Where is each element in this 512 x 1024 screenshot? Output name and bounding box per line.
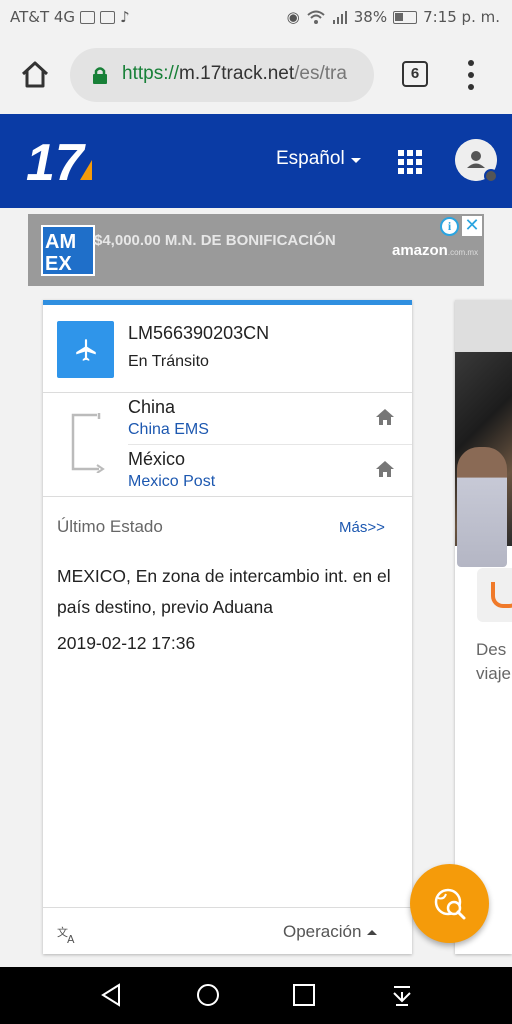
- origin-carrier[interactable]: China EMS: [128, 421, 209, 439]
- battery-percent: 38%: [353, 8, 388, 26]
- language-label: Español: [276, 148, 345, 169]
- apps-grid-icon[interactable]: [398, 150, 422, 174]
- ad-text: $4,000.00 M.N. DE BONIFICACIÓN: [94, 232, 336, 249]
- address-bar[interactable]: https://m.17track.net/es/tra: [70, 48, 374, 102]
- last-status-label: Último Estado: [57, 517, 163, 536]
- destination-country: México: [128, 449, 186, 469]
- carrier-label: AT&T 4G: [10, 8, 76, 26]
- battery-icon: [393, 10, 418, 24]
- url-text: https://m.17track.net/es/tra: [122, 63, 347, 84]
- next-card-preview[interactable]: Des viaje: [455, 300, 512, 954]
- signal-icon: [332, 11, 347, 24]
- svg-text:17: 17: [26, 136, 86, 184]
- avatar-status-dot: [484, 169, 498, 183]
- translate-icon[interactable]: 文 A: [57, 924, 79, 944]
- card-footer: 文 A Operación: [43, 907, 412, 959]
- operation-menu[interactable]: Operación: [283, 922, 378, 942]
- more-link[interactable]: Más>>: [339, 519, 385, 536]
- app-logo-icon: [477, 568, 512, 622]
- tracking-card: LM566390203CN En Tránsito China China EM…: [43, 300, 412, 954]
- amex-logo: AM EX: [41, 225, 95, 276]
- clock: 7:15 p. m.: [423, 8, 500, 26]
- eye-icon: ◉: [286, 8, 300, 26]
- lock-icon: [93, 67, 107, 84]
- ad-info-icon[interactable]: i: [440, 217, 459, 236]
- app-header: 17 Español: [0, 114, 512, 208]
- search-globe-button[interactable]: [410, 864, 489, 943]
- system-nav-bar: [0, 967, 512, 1024]
- airplane-icon: [57, 321, 114, 378]
- browser-toolbar: https://m.17track.net/es/tra 6: [0, 36, 512, 114]
- last-event-time: 2019-02-12 17:36: [57, 633, 196, 653]
- operation-label: Operación: [283, 922, 362, 941]
- chevron-down-icon: [350, 157, 361, 163]
- chevron-up-icon: [367, 929, 378, 935]
- recents-icon[interactable]: [290, 981, 318, 1009]
- logo-17track[interactable]: 17: [26, 136, 94, 184]
- ad-close-icon[interactable]: ✕: [462, 216, 482, 236]
- svg-text:A: A: [67, 933, 75, 944]
- carrier-home-icon[interactable]: [375, 460, 395, 478]
- wifi-icon: [307, 10, 325, 24]
- home-circle-icon[interactable]: [194, 981, 222, 1009]
- origin-country: China: [128, 397, 176, 417]
- gamepad-icon: [100, 10, 116, 24]
- tracking-number: LM566390203CN: [128, 323, 270, 343]
- tiktok-icon: ♪: [120, 8, 130, 26]
- origin-row: China China EMS: [128, 393, 412, 445]
- ad-banner[interactable]: AM EX $4,000.00 M.N. DE BONIFICACIÓN ama…: [28, 214, 484, 286]
- last-event-text: MEXICO, En zona de intercambio int. en e…: [57, 566, 391, 617]
- peek-card-text: Des viaje: [476, 640, 511, 683]
- carrier-home-icon[interactable]: [375, 408, 395, 426]
- tracking-header[interactable]: LM566390203CN En Tránsito: [43, 305, 412, 393]
- more-menu-icon[interactable]: [464, 60, 478, 90]
- peek-card-photo: [455, 352, 512, 567]
- status-bar: AT&T 4G ♪ ◉ 38% 7:15 p. m.: [0, 0, 512, 36]
- destination-carrier[interactable]: Mexico Post: [128, 473, 215, 491]
- home-icon[interactable]: [18, 58, 52, 92]
- notifications-down-icon[interactable]: [388, 981, 416, 1009]
- tab-switcher-button[interactable]: 6: [402, 61, 428, 87]
- route-connector-icon: [71, 413, 105, 473]
- peek-card-header: [455, 300, 512, 352]
- language-selector[interactable]: Español: [276, 148, 361, 170]
- destination-row: México Mexico Post: [128, 445, 398, 497]
- mail-icon: [80, 10, 96, 24]
- tracking-status: En Tránsito: [128, 353, 209, 370]
- route-section: China China EMS México Mexico Post: [43, 393, 412, 497]
- globe-search-icon: [434, 888, 465, 919]
- back-icon[interactable]: [97, 981, 125, 1009]
- amazon-logo: amazon.com.mx: [392, 242, 479, 259]
